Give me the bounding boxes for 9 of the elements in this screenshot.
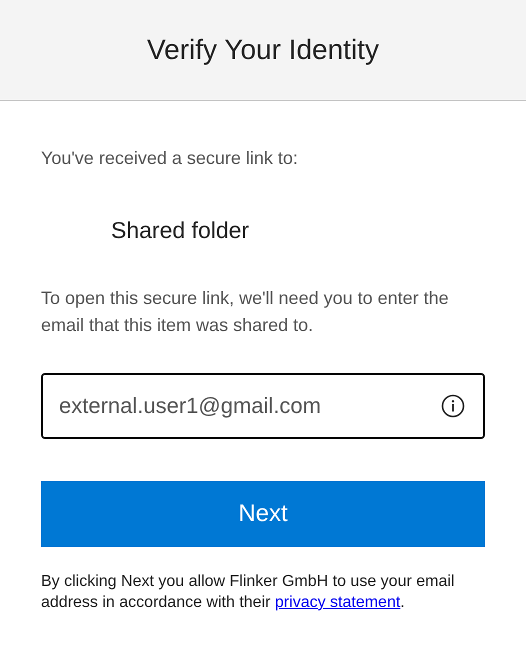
page-title: Verify Your Identity [147,36,379,64]
item-name: Shared folder [111,216,250,244]
next-button[interactable]: Next [41,481,485,547]
info-icon[interactable] [441,394,465,418]
privacy-statement-link[interactable]: privacy statement [274,594,400,611]
consent-text: By clicking Next you allow Flinker GmbH to use your email address in accordance with their privacy statement. [41,572,456,613]
email-field[interactable]: external.user1@gmail.com [41,373,485,439]
instructions-text: To open this secure link, we'll need you to enter the email that this item was shared to. [41,287,450,337]
intro-text: You've received a secure link to: [41,147,299,170]
